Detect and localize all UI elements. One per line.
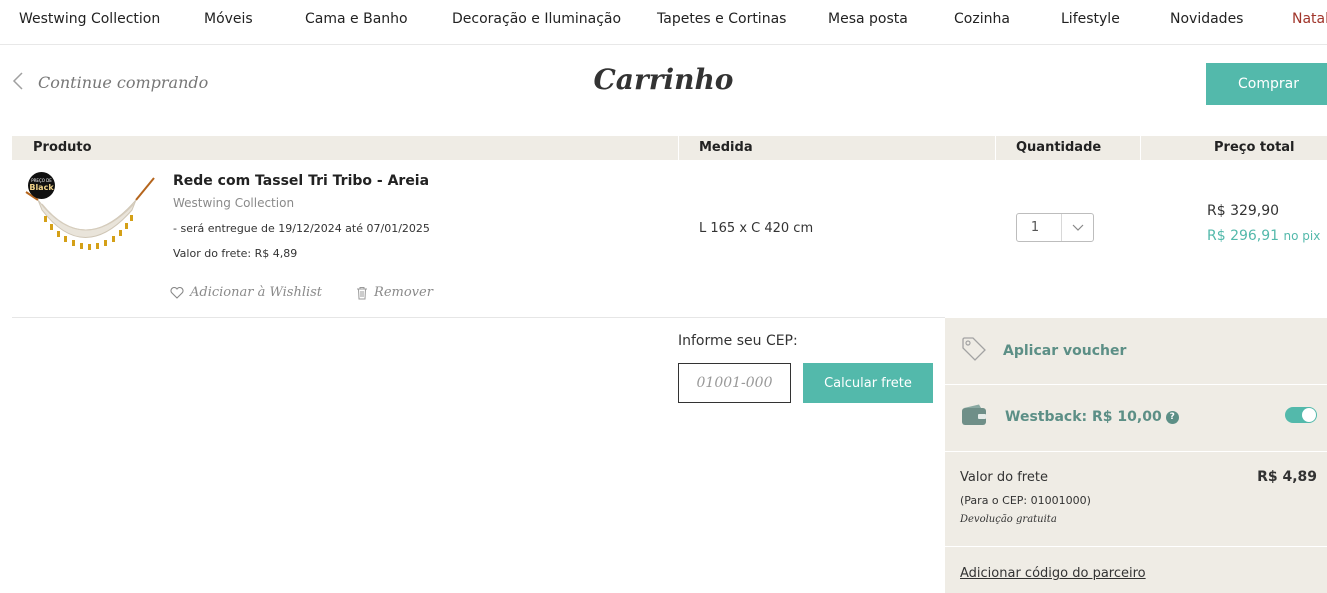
chevron-left-icon — [12, 72, 24, 93]
pix-price-suffix: no pix — [1283, 229, 1321, 243]
column-header-total-price: Preço total — [1214, 140, 1295, 155]
column-header-size: Medida — [699, 140, 753, 155]
product-actions: Adicionar à Wishlist Remover — [170, 285, 433, 300]
product-brand: Westwing Collection — [173, 196, 295, 210]
add-partner-code-link[interactable]: Adicionar código do parceiro — [960, 566, 1146, 581]
cep-label: Informe seu CEP: — [678, 333, 798, 349]
trash-icon — [356, 286, 368, 300]
product-image[interactable]: PREÇO DE Black — [24, 170, 158, 265]
nav-item-westwing-collection[interactable]: Westwing Collection — [19, 11, 160, 27]
heart-icon — [170, 286, 184, 299]
pix-price: R$ 296,91 no pix — [1207, 228, 1320, 244]
total-price: R$ 329,90 — [1207, 203, 1280, 219]
wishlist-label: Adicionar à Wishlist — [190, 285, 323, 300]
nav-item-natal[interactable]: Natal — [1292, 11, 1327, 27]
continue-shopping-link[interactable]: Continue comprando — [12, 72, 208, 93]
westback-toggle[interactable] — [1285, 407, 1317, 423]
product-size: L 165 x C 420 cm — [699, 221, 814, 236]
freight-label: Valor do frete — [960, 470, 1048, 485]
order-summary-panel: Aplicar voucher Westback: R$ 10,00? Valo… — [945, 318, 1327, 593]
pix-price-value: R$ 296,91 — [1207, 228, 1280, 244]
voucher-label: Aplicar voucher — [1003, 343, 1127, 359]
nav-item-moveis[interactable]: Móveis — [204, 11, 253, 27]
column-divider — [995, 136, 996, 160]
product-freight: Valor do frete: R$ 4,89 — [173, 247, 298, 260]
free-return-note: Devolução gratuita — [960, 514, 1057, 525]
add-to-wishlist-button[interactable]: Adicionar à Wishlist — [170, 285, 322, 300]
delivery-estimate: - será entregue de 19/12/2024 até 07/01/… — [173, 222, 430, 235]
cep-input[interactable] — [678, 363, 791, 403]
nav-item-cama-e-banho[interactable]: Cama e Banho — [305, 11, 408, 27]
summary-divider — [945, 384, 1327, 385]
column-header-product: Produto — [33, 140, 92, 155]
freight-value: R$ 4,89 — [1257, 469, 1317, 485]
product-name[interactable]: Rede com Tassel Tri Tribo - Areia — [173, 173, 429, 189]
calculate-freight-button[interactable]: Calcular frete — [803, 363, 933, 403]
quantity-value: 1 — [1030, 220, 1040, 235]
freight-cep: (Para o CEP: 01001000) — [960, 494, 1091, 507]
remove-label: Remover — [374, 285, 433, 300]
nav-item-decoracao-iluminacao[interactable]: Decoração e Iluminação — [452, 11, 621, 27]
summary-divider — [945, 451, 1327, 452]
quantity-select[interactable]: 1 — [1016, 213, 1094, 242]
westback-row: Westback: R$ 10,00? — [961, 404, 1179, 430]
black-friday-badge: PREÇO DE Black — [28, 172, 55, 199]
toggle-knob — [1302, 408, 1316, 422]
nav-item-lifestyle[interactable]: Lifestyle — [1061, 11, 1120, 27]
column-divider — [1140, 136, 1141, 160]
summary-divider — [945, 546, 1327, 547]
wallet-icon — [961, 404, 987, 430]
column-divider — [678, 136, 679, 160]
row-divider — [12, 317, 945, 318]
cart-table-header: Produto Medida Quantidade Preço total — [12, 136, 1327, 160]
question-circle-icon[interactable]: ? — [1165, 410, 1179, 424]
remove-button[interactable]: Remover — [356, 285, 433, 300]
continue-shopping-label: Continue comprando — [38, 73, 209, 92]
column-header-quantity: Quantidade — [1016, 140, 1102, 155]
top-navigation: Westwing Collection Móveis Cama e Banho … — [0, 0, 1327, 45]
westback-label: Westback: R$ 10,00? — [1005, 409, 1179, 425]
nav-item-cozinha[interactable]: Cozinha — [954, 11, 1010, 27]
nav-item-novidades[interactable]: Novidades — [1170, 11, 1243, 27]
buy-button[interactable]: Comprar — [1206, 63, 1327, 105]
apply-voucher-button[interactable]: Aplicar voucher — [961, 336, 1126, 366]
nav-item-tapetes-cortinas[interactable]: Tapetes e Cortinas — [657, 11, 786, 27]
chevron-down-icon — [1061, 214, 1093, 241]
nav-item-mesa-posta[interactable]: Mesa posta — [828, 11, 908, 27]
tag-icon — [961, 336, 987, 366]
